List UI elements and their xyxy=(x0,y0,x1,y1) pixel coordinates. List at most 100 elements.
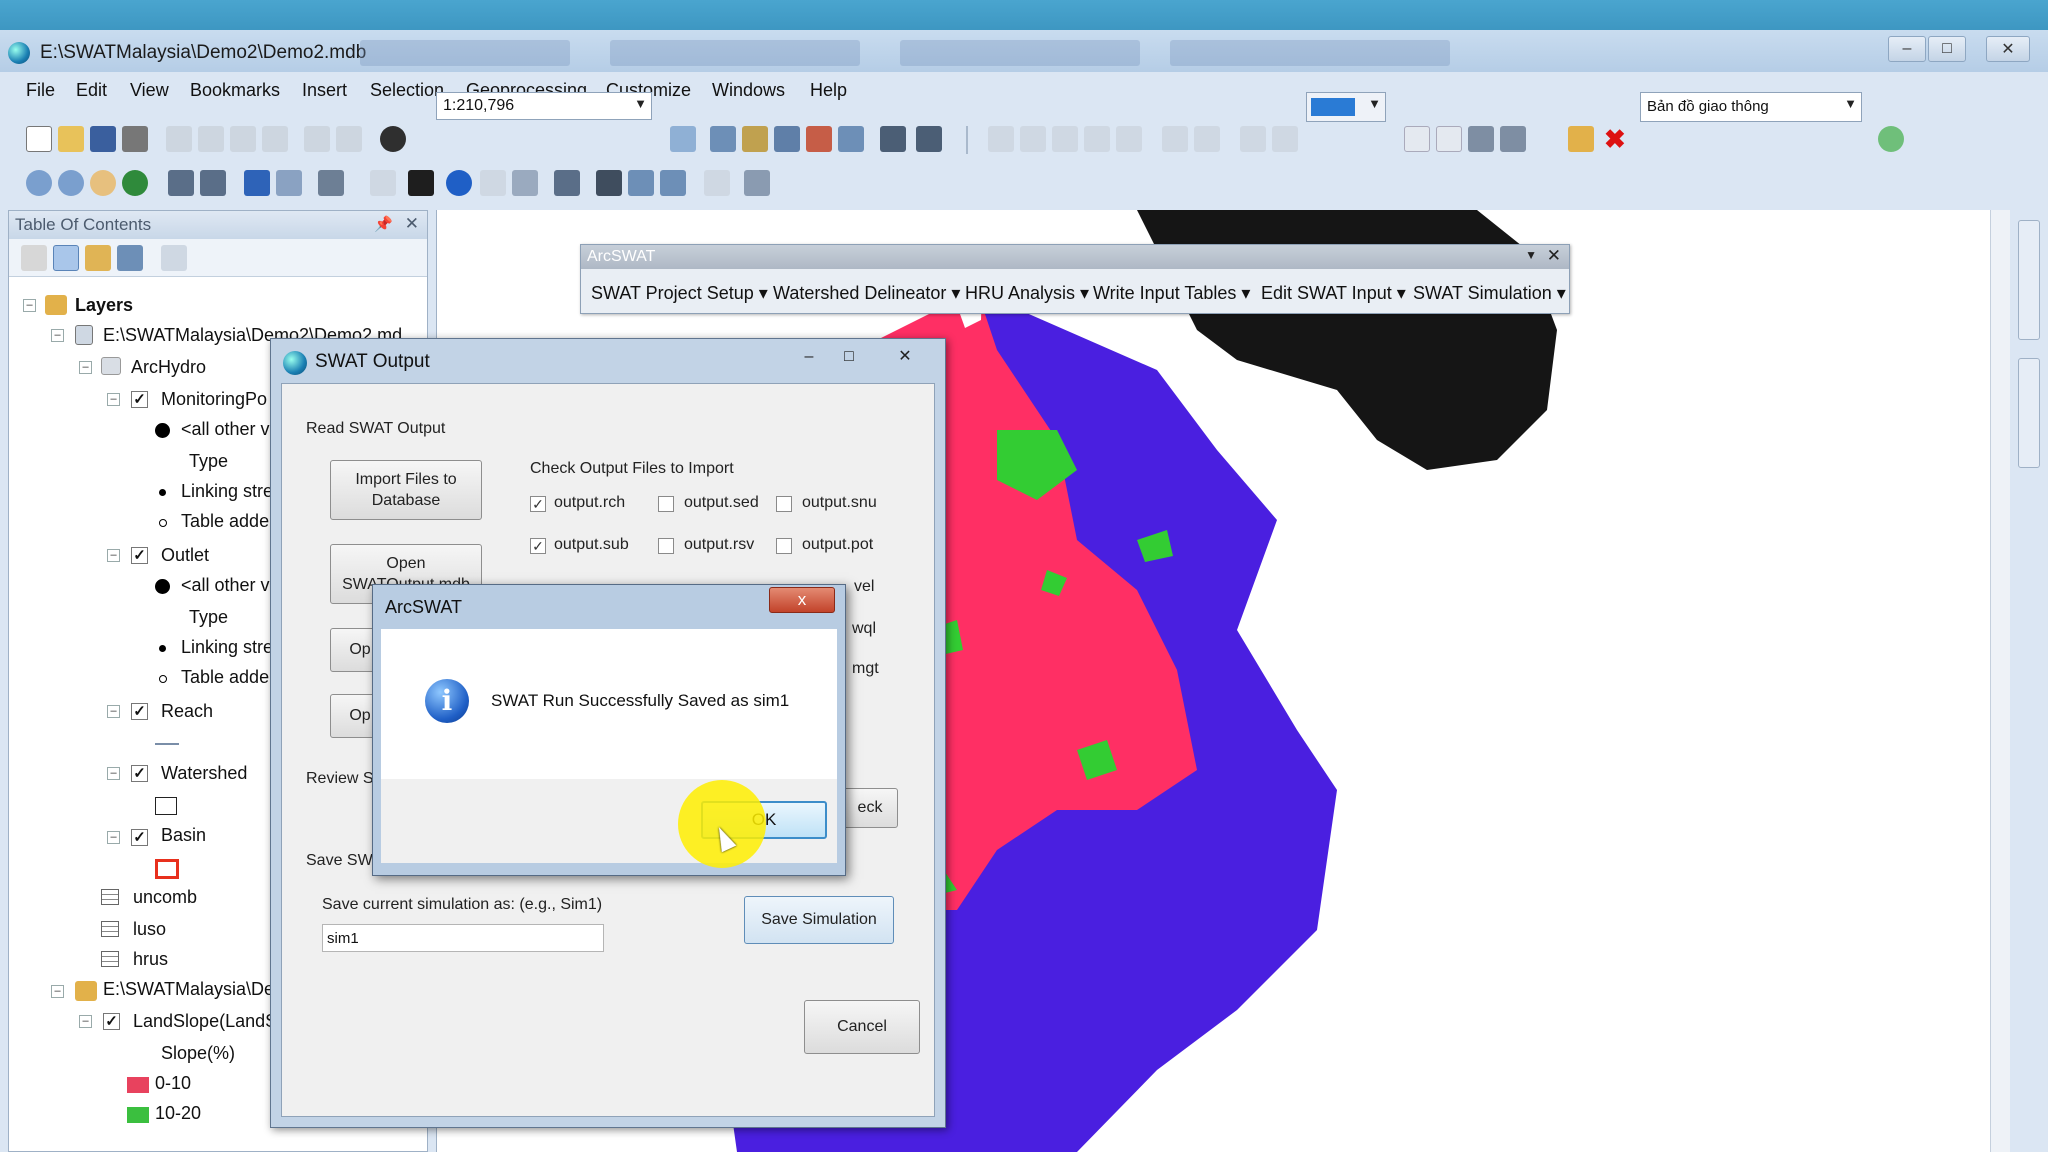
georef-icon[interactable] xyxy=(1020,126,1046,152)
checkbox-output-sed[interactable] xyxy=(658,496,674,512)
maximize-button[interactable]: □ xyxy=(1928,36,1966,62)
toc-item-folder[interactable]: E:\SWATMalaysia\De xyxy=(103,979,274,1003)
list-by-selection-icon[interactable] xyxy=(117,245,143,271)
clear-selection-icon[interactable] xyxy=(370,170,396,196)
blank-tool-icon[interactable] xyxy=(1436,126,1462,152)
menu-selection[interactable]: Selection xyxy=(370,80,444,101)
layer-visibility-checkbox[interactable]: ✓ xyxy=(131,391,148,408)
cancel-button[interactable]: Cancel xyxy=(804,1000,920,1054)
new-document-icon[interactable] xyxy=(26,126,52,152)
toc-layers[interactable]: Layers xyxy=(75,295,133,319)
save-icon[interactable] xyxy=(90,126,116,152)
toc-item-reach[interactable]: Reach xyxy=(161,701,213,725)
menu-windows[interactable]: Windows xyxy=(712,80,785,101)
paste-icon[interactable] xyxy=(230,126,256,152)
maximize-button[interactable]: □ xyxy=(831,345,867,369)
collapse-toggle[interactable]: – xyxy=(107,705,120,718)
menu-file[interactable]: File xyxy=(26,80,55,101)
dialog-close-button[interactable]: x xyxy=(769,587,835,613)
menu-help[interactable]: Help xyxy=(810,80,847,101)
layer-visibility-checkbox[interactable]: ✓ xyxy=(131,703,148,720)
menu-insert[interactable]: Insert xyxy=(302,80,347,101)
menu-hru-analysis[interactable]: HRU Analysis ▾ xyxy=(965,283,1089,304)
checkbox-output-rsv[interactable] xyxy=(658,538,674,554)
python-icon[interactable] xyxy=(838,126,864,152)
find-route-icon[interactable] xyxy=(628,170,654,196)
checkbox-output-rch[interactable]: ✓ xyxy=(530,496,546,512)
search-window-icon[interactable] xyxy=(774,126,800,152)
layout-icon[interactable] xyxy=(1272,126,1298,152)
zoom-in-icon[interactable] xyxy=(26,170,52,196)
grid-icon[interactable] xyxy=(1194,126,1220,152)
print-icon[interactable] xyxy=(122,126,148,152)
collapse-toggle[interactable]: – xyxy=(107,831,120,844)
attribute-tool-icon[interactable] xyxy=(1468,126,1494,152)
checkbox-output-pot[interactable] xyxy=(776,538,792,554)
toc-item-monitoringpoint[interactable]: MonitoringPo xyxy=(161,389,267,413)
editor-icon[interactable] xyxy=(670,126,696,152)
redo-icon[interactable] xyxy=(336,126,362,152)
catalog-icon[interactable] xyxy=(742,126,768,152)
add-data-icon[interactable] xyxy=(380,126,406,152)
pan-hand-icon[interactable] xyxy=(90,170,116,196)
options-icon[interactable] xyxy=(161,245,187,271)
copy-icon[interactable] xyxy=(198,126,224,152)
import-files-button[interactable]: Import Files to Database xyxy=(330,460,482,520)
table-icon[interactable] xyxy=(710,126,736,152)
fixed-zoom-in-icon[interactable] xyxy=(168,170,194,196)
delete-icon[interactable] xyxy=(262,126,288,152)
close-icon[interactable]: ✕ xyxy=(1547,246,1561,266)
collapse-toggle[interactable]: – xyxy=(107,767,120,780)
toc-item-uncomb[interactable]: uncomb xyxy=(133,887,197,911)
menu-watershed-delineator[interactable]: Watershed Delineator ▾ xyxy=(773,283,960,304)
modelbuilder-icon[interactable] xyxy=(880,126,906,152)
menu-view[interactable]: View xyxy=(130,80,169,101)
edit-tool-icon[interactable] xyxy=(1568,126,1594,152)
toc-item-landslope[interactable]: LandSlope(LandS xyxy=(133,1011,277,1035)
html-popup-icon[interactable] xyxy=(512,170,538,196)
georef-icon[interactable] xyxy=(988,126,1014,152)
search-dock-tab[interactable] xyxy=(2018,358,2040,468)
full-extent-icon[interactable] xyxy=(122,170,148,196)
forward-arrow-icon[interactable] xyxy=(276,170,302,196)
refresh-icon[interactable] xyxy=(1878,126,1904,152)
collapse-toggle[interactable]: – xyxy=(79,361,92,374)
create-viewer-icon[interactable] xyxy=(744,170,770,196)
layer-visibility-checkbox[interactable]: ✓ xyxy=(131,765,148,782)
time-slider-icon[interactable] xyxy=(704,170,730,196)
chevron-down-icon[interactable]: ▼ xyxy=(1525,248,1537,262)
collapse-toggle[interactable]: – xyxy=(107,549,120,562)
toc-item-hrus[interactable]: hrus xyxy=(133,949,168,973)
minimize-button[interactable]: – xyxy=(1888,36,1926,62)
close-icon[interactable]: ✕ xyxy=(405,214,419,234)
grid-icon[interactable] xyxy=(1162,126,1188,152)
list-by-source-icon[interactable] xyxy=(53,245,79,271)
checkbox-output-sub[interactable]: ✓ xyxy=(530,538,546,554)
map-scale-combo[interactable]: 1:210,796 ▼ xyxy=(436,92,652,120)
collapse-toggle[interactable]: – xyxy=(79,1015,92,1028)
minimize-button[interactable]: – xyxy=(791,345,827,369)
cut-icon[interactable] xyxy=(166,126,192,152)
measure-icon[interactable] xyxy=(554,170,580,196)
map-vertical-scrollbar[interactable] xyxy=(1990,210,2010,1152)
layer-visibility-checkbox[interactable]: ✓ xyxy=(131,547,148,564)
collapse-toggle[interactable]: – xyxy=(23,299,36,312)
back-arrow-icon[interactable] xyxy=(244,170,270,196)
menu-edit[interactable]: Edit xyxy=(76,80,107,101)
checkbox-output-snu[interactable] xyxy=(776,496,792,512)
collapse-toggle[interactable]: – xyxy=(51,985,64,998)
menu-edit-swat-input[interactable]: Edit SWAT Input ▾ xyxy=(1261,283,1406,304)
pin-icon[interactable]: 📌 xyxy=(374,215,393,233)
menu-swat-project-setup[interactable]: SWAT Project Setup ▾ xyxy=(591,283,768,304)
menu-write-input-tables[interactable]: Write Input Tables ▾ xyxy=(1093,283,1250,304)
layer-visibility-checkbox[interactable]: ✓ xyxy=(131,829,148,846)
simulation-name-input[interactable]: sim1 xyxy=(322,924,604,952)
identify-icon[interactable] xyxy=(446,170,472,196)
zoom-out-icon[interactable] xyxy=(58,170,84,196)
georef-icon[interactable] xyxy=(1116,126,1142,152)
blank-tool-icon[interactable] xyxy=(1404,126,1430,152)
layer-selector[interactable]: Bản đồ giao thông ▼ xyxy=(1640,92,1862,122)
arctoolbox-icon[interactable] xyxy=(806,126,832,152)
toc-item-luso[interactable]: luso xyxy=(133,919,166,943)
close-window-button[interactable]: ✕ xyxy=(1986,36,2030,62)
